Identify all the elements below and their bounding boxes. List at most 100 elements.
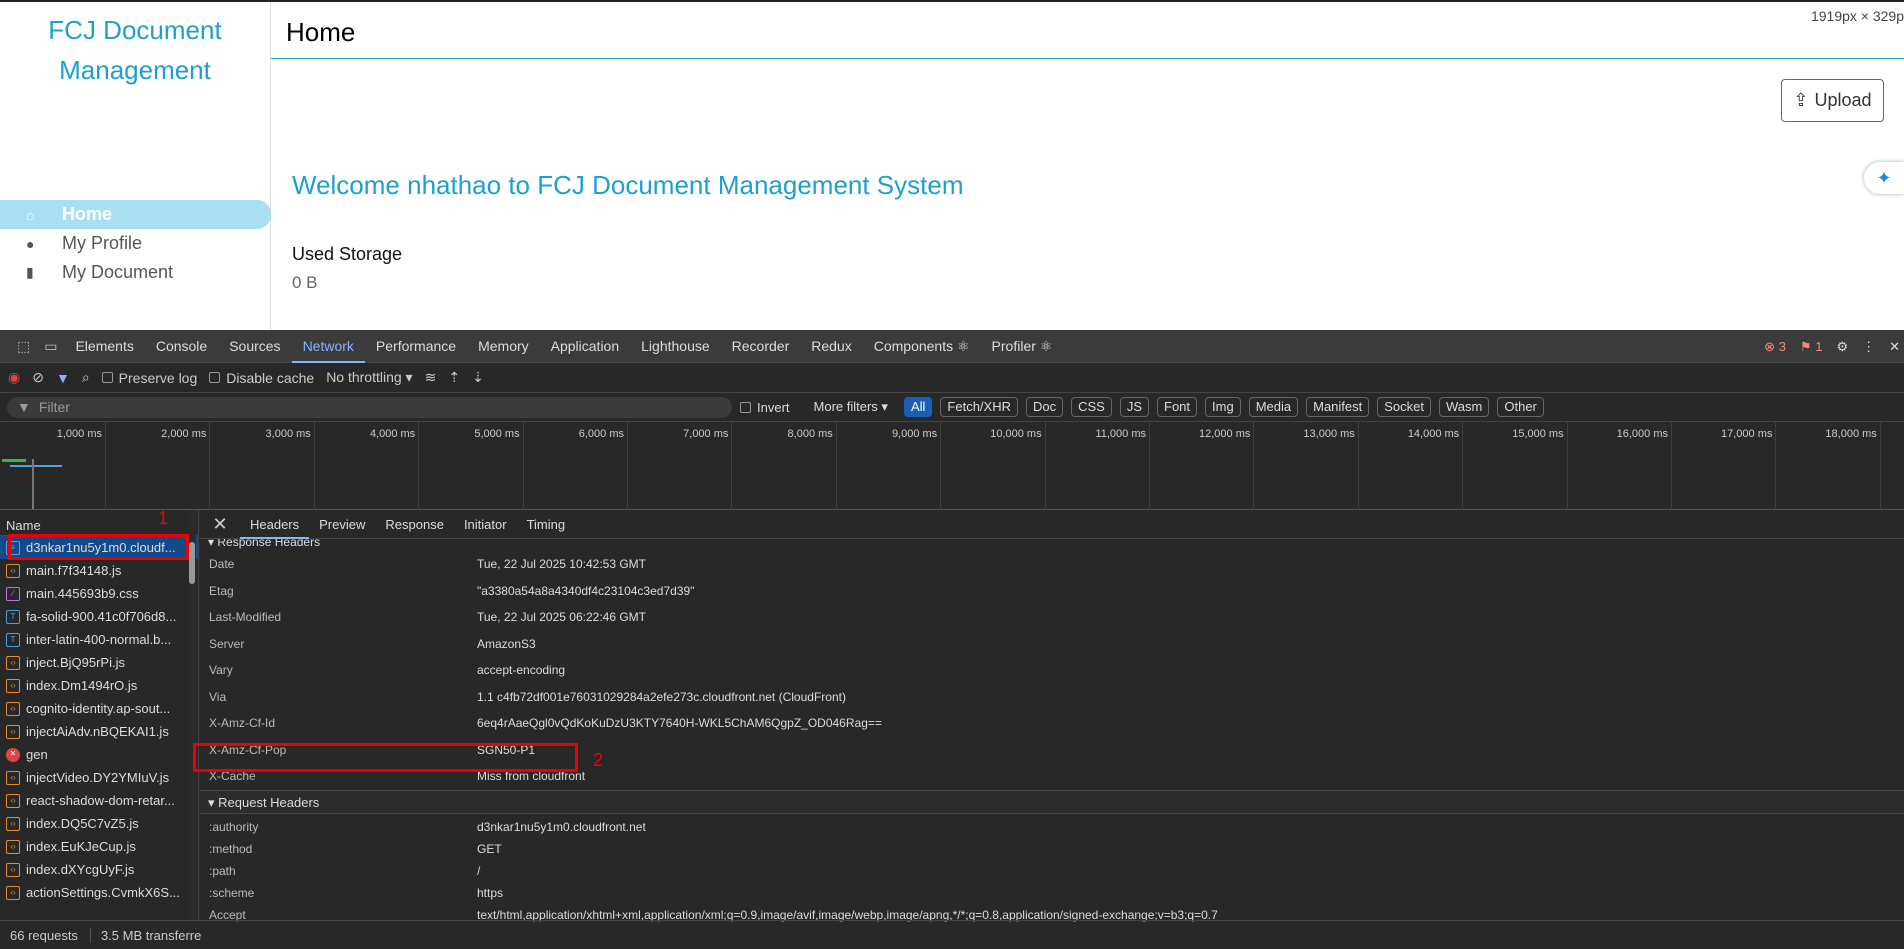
timeline-bar <box>2 459 26 462</box>
timeline-tick: 17,000 ms <box>1721 422 1777 510</box>
request-row[interactable]: ≡ d3nkar1nu5y1m0.cloudf... <box>0 536 198 559</box>
request-row[interactable]: ‹› index.Dm1494rO.js <box>0 674 198 697</box>
type-filter-manifest[interactable]: Manifest <box>1306 397 1370 417</box>
tab-headers[interactable]: Headers <box>240 510 310 539</box>
response-headers-section-title[interactable]: ▾ Response Headers <box>200 539 1904 551</box>
search-icon[interactable]: ⌕ <box>82 369 90 386</box>
type-filter-wasm[interactable]: Wasm <box>1439 397 1490 417</box>
request-row[interactable]: ‹› inject.BjQ95rPi.js <box>0 651 198 674</box>
wifi-icon[interactable]: ≋ <box>425 369 437 386</box>
sidebar-item-my-profile[interactable]: ● My Profile <box>0 229 271 258</box>
timeline-tick: 8,000 ms <box>788 422 837 510</box>
tab-lighthouse[interactable]: Lighthouse <box>630 330 721 363</box>
type-filter-media[interactable]: Media <box>1248 397 1299 417</box>
request-list-scrollbar[interactable] <box>188 510 196 920</box>
export-icon[interactable]: ⇣ <box>472 369 484 386</box>
sidebar-item-home[interactable]: ⌂ Home <box>0 200 271 229</box>
timeline-tick: 12,000 ms <box>1199 422 1255 510</box>
tab-redux[interactable]: Redux <box>800 330 862 363</box>
invert-label: Invert <box>757 399 790 415</box>
header-name: Vary <box>209 663 233 678</box>
import-icon[interactable]: ⇡ <box>448 369 460 386</box>
close-details-icon[interactable]: ✕ <box>200 514 240 535</box>
checkbox-box <box>101 372 113 383</box>
scrollbar-thumb[interactable] <box>189 542 195 584</box>
request-row[interactable]: ✕ gen <box>0 743 198 766</box>
tab-application[interactable]: Application <box>540 330 631 363</box>
tab-memory[interactable]: Memory <box>467 330 540 363</box>
tab-recorder[interactable]: Recorder <box>721 330 801 363</box>
settings-icon[interactable]: ⚙ <box>1836 339 1848 355</box>
request-row[interactable]: Tfa-solid-900.41c0f706d8... <box>0 605 198 628</box>
type-filter-doc[interactable]: Doc <box>1025 397 1064 417</box>
tab-timing[interactable]: Timing <box>517 510 576 539</box>
inspect-icon[interactable]: ⬚ <box>10 338 37 355</box>
timeline-tick-label: 9,000 ms <box>891 428 938 440</box>
sidebar-item-my-document[interactable]: ▮ My Document <box>0 258 271 287</box>
more-filters-dropdown[interactable]: More filters ▾ <box>814 399 888 415</box>
request-name: react-shadow-dom-retar... <box>26 793 175 808</box>
header-value: accept-encoding <box>477 663 566 678</box>
type-filter-js[interactable]: JS <box>1119 397 1150 417</box>
preserve-log-checkbox[interactable]: Preserve log <box>101 370 197 386</box>
tab-response[interactable]: Response <box>375 510 454 539</box>
app-window: FCJ Document Management ⌂ Home ● My Profil… <box>0 0 1904 330</box>
request-row[interactable]: Tinter-latin-400-normal.b... <box>0 628 198 651</box>
timeline-bar <box>10 465 62 467</box>
filter-icon[interactable]: ▼ <box>56 370 70 386</box>
request-name: d3nkar1nu5y1m0.cloudf... <box>26 540 176 555</box>
tab-console[interactable]: Console <box>145 330 218 363</box>
request-row[interactable]: ‹› injectAiAdv.nBQEKAI1.js <box>0 720 198 743</box>
header-name: :authority <box>209 819 259 834</box>
timeline-tick: 1,000 ms <box>57 422 106 510</box>
request-row[interactable]: ‹› main.f7f34148.js <box>0 559 198 582</box>
request-row[interactable]: ‹› index.EuKJeCup.js <box>0 835 198 858</box>
type-filter-other[interactable]: Other <box>1497 397 1544 417</box>
request-row[interactable]: ‹› index.DQ5C7vZ5.js <box>0 812 198 835</box>
type-filter-socket[interactable]: Socket <box>1377 397 1432 417</box>
js-file-icon: ‹› <box>6 563 20 578</box>
type-filter-img[interactable]: Img <box>1205 397 1241 417</box>
warning-count[interactable]: ⚑ 1 <box>1800 339 1823 355</box>
device-toggle-icon[interactable]: ▭ <box>37 338 64 355</box>
timeline-tick-label: 14,000 ms <box>1407 428 1460 440</box>
sidebar-item-label: My Profile <box>62 233 143 253</box>
header-value: GET <box>477 841 502 856</box>
tab-components[interactable]: Components ⚛ <box>863 330 981 363</box>
tab-preview[interactable]: Preview <box>309 510 375 539</box>
timeline-tick: 18,000 ms <box>1825 422 1881 510</box>
throttling-select[interactable]: No throttling ▾ <box>326 369 412 386</box>
disable-cache-checkbox[interactable]: Disable cache <box>209 370 314 386</box>
request-row[interactable]: ‹› actionSettings.CvmkX6S... <box>0 881 198 904</box>
request-row[interactable]: ‹› index.dXYcgUyF.js <box>0 858 198 881</box>
timeline-tick: 7,000 ms <box>683 422 733 510</box>
tab-performance[interactable]: Performance <box>365 330 467 363</box>
tab-sources[interactable]: Sources <box>218 330 291 363</box>
request-row[interactable]: ‹› injectVideo.DY2YMIuV.js <box>0 766 198 789</box>
request-row[interactable]: ‹› react-shadow-dom-retar... <box>0 789 198 812</box>
tab-initiator[interactable]: Initiator <box>454 510 517 539</box>
tab-profiler[interactable]: Profiler ⚛ <box>981 330 1064 363</box>
filter-input[interactable]: ▼ Filter <box>7 396 732 418</box>
type-filter-css[interactable]: CSS <box>1071 397 1112 417</box>
warning-count-value: 1 <box>1815 338 1823 354</box>
type-filter-all[interactable]: All <box>903 397 933 417</box>
type-filter-fetch-xhr[interactable]: Fetch/XHR <box>940 397 1018 417</box>
record-icon[interactable]: ◉ <box>8 369 20 386</box>
invert-checkbox[interactable]: Invert <box>740 400 790 415</box>
tab-elements[interactable]: Elements <box>64 330 144 363</box>
error-count[interactable]: ⊗ 3 <box>1764 339 1786 355</box>
upload-button[interactable]: ⇪ Upload <box>1781 79 1884 122</box>
request-count: 66 requests <box>0 927 91 943</box>
more-icon[interactable]: ⋮ <box>1862 339 1875 355</box>
clear-icon[interactable]: ⊘ <box>32 369 44 386</box>
request-row[interactable]: ⁄ main.445693b9.css <box>0 582 198 605</box>
type-filter-font[interactable]: Font <box>1157 397 1198 417</box>
request-row[interactable]: ‹› cognito-identity.ap-sout... <box>0 697 198 720</box>
name-column-header[interactable]: Name <box>0 510 198 536</box>
network-timeline-overview[interactable]: 1,000 ms 2,000 ms 3,000 ms 4,000 ms 5,000 ms… <box>0 422 1904 510</box>
assistant-float-button[interactable]: ✦ <box>1864 162 1904 194</box>
tab-network[interactable]: Network <box>291 330 365 363</box>
request-headers-section-title[interactable]: ▾ Request Headers <box>200 789 1904 814</box>
close-icon[interactable]: ✕ <box>1889 339 1900 355</box>
